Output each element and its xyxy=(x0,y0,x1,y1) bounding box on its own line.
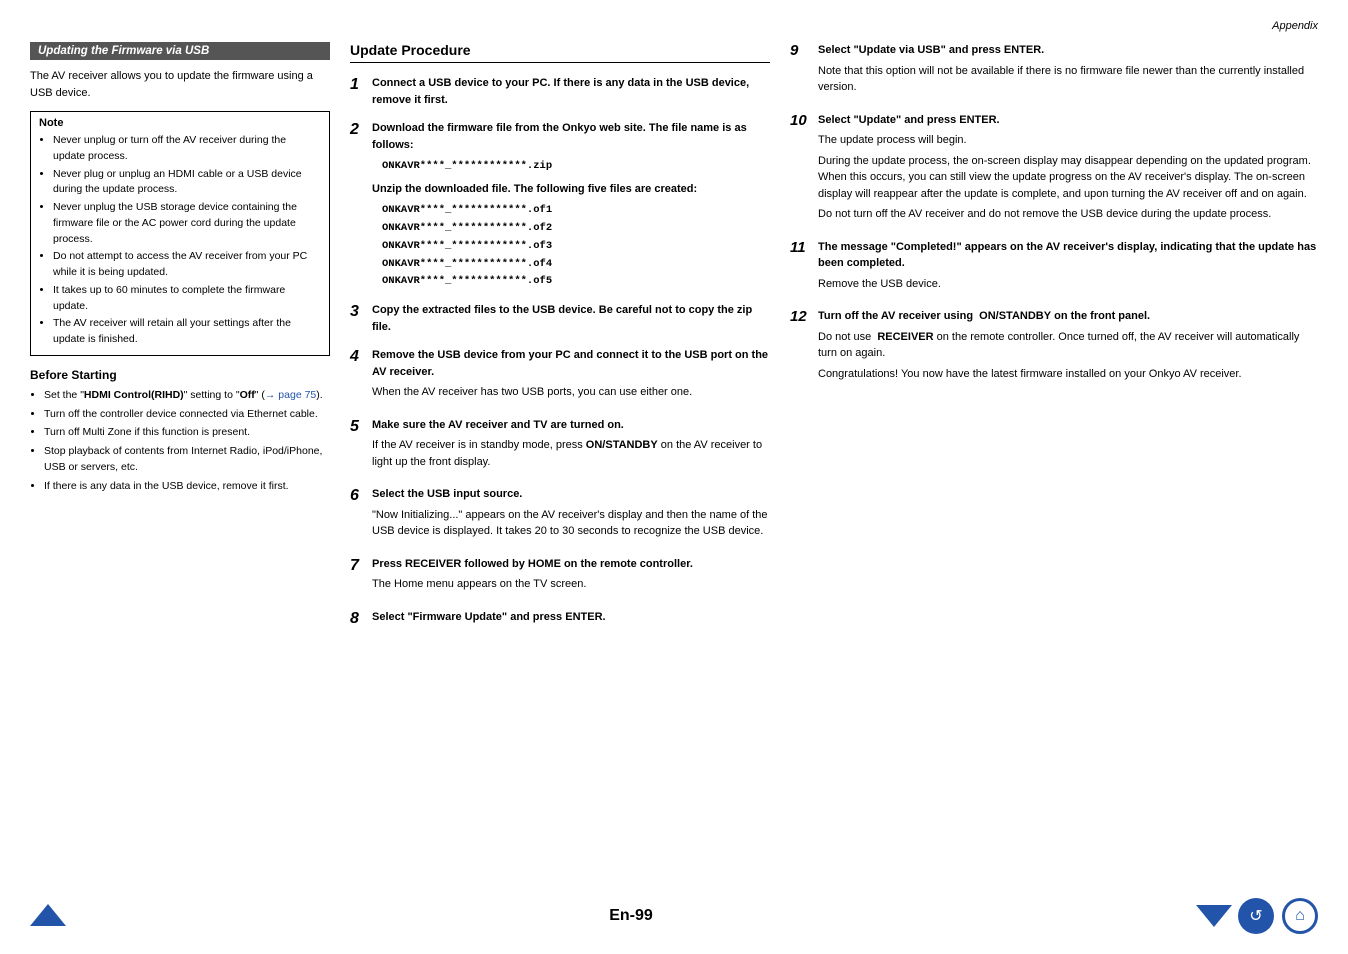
step-content-12: Turn off the AV receiver using ON/STANDB… xyxy=(818,308,1318,386)
step-content-9: Select "Update via USB" and press ENTER.… xyxy=(818,42,1318,100)
appendix-label: Appendix xyxy=(1272,20,1318,32)
page-number: En-99 xyxy=(609,907,653,925)
page: Appendix Updating the Firmware via USB T… xyxy=(0,0,1348,954)
file-list: ONKAVR****_************.of1 ONKAVR****_*… xyxy=(372,201,770,290)
footer: En-99 ↺ ⌂ xyxy=(0,898,1348,934)
footer-right: ↺ ⌂ xyxy=(1196,898,1318,934)
list-item: Set the "HDMI Control(RIHD)" setting to … xyxy=(44,388,330,404)
step-num-5: 5 xyxy=(350,417,372,436)
mid-column: Update Procedure 1 Connect a USB device … xyxy=(350,42,770,640)
step-5: 5 Make sure the AV receiver and TV are t… xyxy=(350,417,770,475)
step-9: 9 Select "Update via USB" and press ENTE… xyxy=(790,42,1318,100)
step-content-4: Remove the USB device from your PC and c… xyxy=(372,347,770,405)
step-num-7: 7 xyxy=(350,556,372,575)
list-item: Never plug or unplug an HDMI cable or a … xyxy=(53,167,321,199)
step-content-6: Select the USB input source. "Now Initia… xyxy=(372,486,770,544)
step-num-6: 6 xyxy=(350,486,372,505)
back-icon[interactable]: ↺ xyxy=(1238,898,1274,934)
footer-icons: ↺ ⌂ xyxy=(1238,898,1318,934)
intro-text: The AV receiver allows you to update the… xyxy=(30,68,330,101)
arrow-up-icon xyxy=(30,904,66,926)
note-list: Never unplug or turn off the AV receiver… xyxy=(39,133,321,348)
list-item: Never unplug the USB storage device cont… xyxy=(53,200,321,247)
file-item: ONKAVR****_************.of4 xyxy=(382,255,770,273)
file-item: ONKAVR****_************.of2 xyxy=(382,219,770,237)
list-item: Never unplug or turn off the AV receiver… xyxy=(53,133,321,165)
note-box: Note Never unplug or turn off the AV rec… xyxy=(30,111,330,356)
section-title: Updating the Firmware via USB xyxy=(30,42,330,60)
step-content-7: Press RECEIVER followed by HOME on the r… xyxy=(372,556,770,597)
step-num-11: 11 xyxy=(790,239,818,257)
step-content-8: Select "Firmware Update" and press ENTER… xyxy=(372,609,770,626)
step-content-2: Download the firmware file from the Onky… xyxy=(372,120,770,290)
step-num-9: 9 xyxy=(790,42,818,60)
main-columns: Updating the Firmware via USB The AV rec… xyxy=(30,42,1318,640)
list-item: Turn off Multi Zone if this function is … xyxy=(44,425,330,441)
right-column: 9 Select "Update via USB" and press ENTE… xyxy=(790,42,1318,398)
list-item: If there is any data in the USB device, … xyxy=(44,479,330,495)
list-item: Do not attempt to access the AV receiver… xyxy=(53,249,321,281)
step-12: 12 Turn off the AV receiver using ON/STA… xyxy=(790,308,1318,386)
list-item: The AV receiver will retain all your set… xyxy=(53,316,321,348)
list-item: Stop playback of contents from Internet … xyxy=(44,444,330,476)
step-num-3: 3 xyxy=(350,302,372,321)
step-num-8: 8 xyxy=(350,609,372,628)
step-num-12: 12 xyxy=(790,308,818,326)
before-starting-list: Set the "HDMI Control(RIHD)" setting to … xyxy=(30,388,330,495)
step-8: 8 Select "Firmware Update" and press ENT… xyxy=(350,609,770,628)
step-num-4: 4 xyxy=(350,347,372,366)
step-4: 4 Remove the USB device from your PC and… xyxy=(350,347,770,405)
list-item: Turn off the controller device connected… xyxy=(44,407,330,423)
step-6: 6 Select the USB input source. "Now Init… xyxy=(350,486,770,544)
before-starting-title: Before Starting xyxy=(30,368,330,382)
step-content-10: Select "Update" and press ENTER. The upd… xyxy=(818,112,1318,227)
file-item: ONKAVR****_************.of1 xyxy=(382,201,770,219)
step-1: 1 Connect a USB device to your PC. If th… xyxy=(350,75,770,108)
step-11: 11 The message "Completed!" appears on t… xyxy=(790,239,1318,297)
step-num-10: 10 xyxy=(790,112,818,130)
step-10: 10 Select "Update" and press ENTER. The … xyxy=(790,112,1318,227)
appendix-header: Appendix xyxy=(30,20,1318,32)
arrow-down-icon xyxy=(1196,905,1232,927)
step-content-5: Make sure the AV receiver and TV are tur… xyxy=(372,417,770,475)
note-label: Note xyxy=(39,117,321,129)
step-7: 7 Press RECEIVER followed by HOME on the… xyxy=(350,556,770,597)
list-item: It takes up to 60 minutes to complete th… xyxy=(53,283,321,315)
file-item: ONKAVR****_************.of3 xyxy=(382,237,770,255)
footer-center: En-99 xyxy=(609,907,653,925)
step-content-3: Copy the extracted files to the USB devi… xyxy=(372,302,770,335)
home-icon[interactable]: ⌂ xyxy=(1282,898,1318,934)
step-num-2: 2 xyxy=(350,120,372,139)
step-num-1: 1 xyxy=(350,75,372,94)
step-2: 2 Download the firmware file from the On… xyxy=(350,120,770,290)
step-3: 3 Copy the extracted files to the USB de… xyxy=(350,302,770,335)
step-content-1: Connect a USB device to your PC. If ther… xyxy=(372,75,770,108)
left-column: Updating the Firmware via USB The AV rec… xyxy=(30,42,330,497)
update-procedure-title: Update Procedure xyxy=(350,42,770,63)
footer-left-arrow xyxy=(30,904,66,929)
step-content-11: The message "Completed!" appears on the … xyxy=(818,239,1318,297)
file-item: ONKAVR****_************.of5 xyxy=(382,272,770,290)
